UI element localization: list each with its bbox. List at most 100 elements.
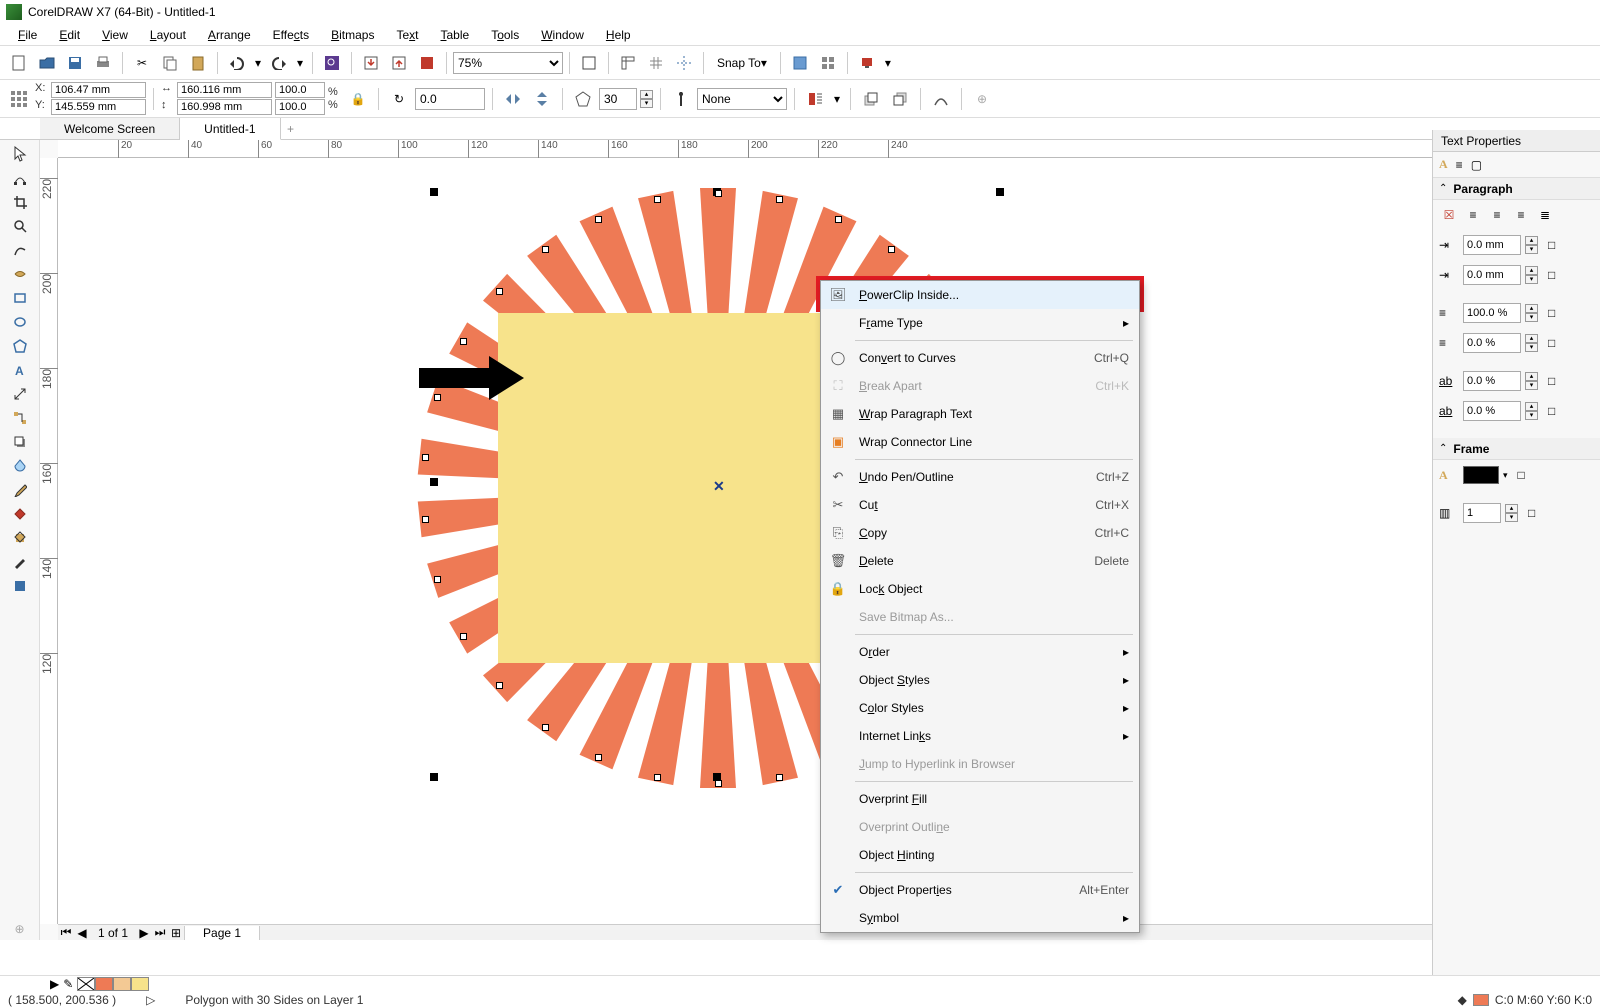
ctx-convert-curves[interactable]: ◯Convert to CurvesCtrl+Q [821, 344, 1139, 372]
before-para-input[interactable] [1463, 333, 1521, 353]
export-icon[interactable] [386, 50, 412, 76]
page-prev-icon[interactable]: ◀ [74, 926, 90, 940]
ctx-lock[interactable]: 🔒Lock Object [821, 575, 1139, 603]
node-handle[interactable] [542, 724, 549, 731]
drop-shadow-tool-icon[interactable] [7, 430, 33, 453]
import-icon[interactable] [358, 50, 384, 76]
cut-icon[interactable]: ✂ [129, 50, 155, 76]
node-handle[interactable] [888, 246, 895, 253]
text-tool-icon[interactable]: A [7, 358, 33, 381]
new-icon[interactable] [6, 50, 32, 76]
node-handle[interactable] [776, 196, 783, 203]
snap-to-button[interactable]: Snap To ▾ [710, 50, 774, 76]
height-input[interactable] [177, 99, 272, 115]
parallel-dimension-tool-icon[interactable] [7, 382, 33, 405]
paragraph-tab-icon[interactable]: ≡ [1456, 158, 1463, 172]
sides-spinner[interactable]: ▴▾ [640, 90, 653, 108]
menu-edit[interactable]: Edit [49, 26, 90, 44]
spinner[interactable]: ▴▾ [1525, 402, 1538, 420]
show-rulers-icon[interactable] [615, 50, 641, 76]
node-handle[interactable] [422, 516, 429, 523]
selection-handle[interactable] [430, 188, 438, 196]
ctx-powerclip[interactable]: 🖼PowerClip Inside... [821, 281, 1139, 309]
text-bg-icon[interactable]: A [1439, 468, 1459, 483]
menu-arrange[interactable]: Arrange [198, 26, 261, 44]
swatch-yellow[interactable] [131, 977, 149, 991]
mirror-h-icon[interactable] [500, 86, 526, 112]
spinner[interactable]: ▴▾ [1525, 266, 1538, 284]
menu-effects[interactable]: Effects [263, 26, 319, 44]
options-icon[interactable] [787, 50, 813, 76]
fill-tool-icon[interactable] [7, 574, 33, 597]
spinner[interactable]: ▴▾ [1525, 236, 1538, 254]
ctx-object-styles[interactable]: Object Styles▸ [821, 666, 1139, 694]
frame-section-header[interactable]: ⌃Frame [1433, 438, 1600, 460]
menu-table[interactable]: Table [431, 26, 480, 44]
ctx-wrap-connector[interactable]: ▣Wrap Connector Line [821, 428, 1139, 456]
fullscreen-icon[interactable] [576, 50, 602, 76]
undo-icon[interactable] [224, 50, 250, 76]
ctx-delete[interactable]: 🗑DeleteDelete [821, 547, 1139, 575]
page-first-icon[interactable]: ⏮ [58, 925, 74, 940]
to-back-icon[interactable] [887, 86, 913, 112]
quick-customize-icon[interactable]: ⊕ [969, 86, 995, 112]
y-position-input[interactable] [51, 99, 146, 115]
tab-untitled[interactable]: Untitled-1 [180, 118, 280, 140]
node-handle[interactable] [595, 216, 602, 223]
quick-customize-toolbox-icon[interactable]: ⊕ [7, 917, 33, 940]
convert-curves-icon[interactable] [928, 86, 954, 112]
mirror-v-icon[interactable] [529, 86, 555, 112]
ctx-object-properties[interactable]: ✔Object PropertiesAlt+Enter [821, 876, 1139, 904]
add-tab-button[interactable]: + [281, 118, 301, 139]
frame-tab-icon[interactable]: ▢ [1471, 158, 1482, 172]
open-icon[interactable] [34, 50, 60, 76]
fill-tool-status-icon[interactable]: ◆ [1458, 993, 1467, 1007]
node-handle[interactable] [595, 754, 602, 761]
ctx-copy[interactable]: ⎘CopyCtrl+C [821, 519, 1139, 547]
swatch-no-fill[interactable] [77, 977, 95, 991]
frame-fill-swatch[interactable] [1463, 466, 1499, 484]
search-content-icon[interactable] [319, 50, 345, 76]
ctx-object-hinting[interactable]: Object Hinting [821, 841, 1139, 869]
ctx-undo[interactable]: ↶Undo Pen/OutlineCtrl+Z [821, 463, 1139, 491]
to-front-icon[interactable] [858, 86, 884, 112]
pick-tool-icon[interactable] [7, 142, 33, 165]
save-icon[interactable] [62, 50, 88, 76]
page-add-icon[interactable]: ⊞ [168, 926, 184, 940]
page-last-icon[interactable]: ⏭ [152, 925, 168, 940]
menu-view[interactable]: View [92, 26, 138, 44]
ctx-order[interactable]: Order▸ [821, 638, 1139, 666]
node-handle[interactable] [460, 338, 467, 345]
docker-title[interactable]: Text Properties [1433, 130, 1600, 152]
publish-pdf-icon[interactable] [414, 50, 440, 76]
selection-handle[interactable] [996, 188, 1004, 196]
node-handle[interactable] [434, 394, 441, 401]
welcome-dropdown-icon[interactable]: ▾ [882, 50, 894, 76]
scale-x-input[interactable] [275, 82, 325, 98]
menu-text[interactable]: Text [386, 26, 428, 44]
node-handle[interactable] [654, 774, 661, 781]
align-center-icon[interactable]: ≡ [1487, 208, 1507, 222]
copy-icon[interactable] [157, 50, 183, 76]
undo-dropdown-icon[interactable]: ▾ [252, 50, 264, 76]
node-handle[interactable] [434, 576, 441, 583]
vertical-ruler[interactable]: 220200180160140120 [40, 158, 58, 924]
ellipse-tool-icon[interactable] [7, 310, 33, 333]
word-spacing-input[interactable] [1463, 401, 1521, 421]
node-handle[interactable] [715, 190, 722, 197]
redo-dropdown-icon[interactable]: ▾ [294, 50, 306, 76]
node-handle[interactable] [460, 633, 467, 640]
app-launcher-icon[interactable] [815, 50, 841, 76]
x-position-input[interactable] [51, 82, 146, 98]
freehand-tool-icon[interactable] [7, 238, 33, 261]
selection-handle[interactable] [430, 478, 438, 486]
ctx-cut[interactable]: ✂CutCtrl+X [821, 491, 1139, 519]
print-icon[interactable] [90, 50, 116, 76]
status-next-icon[interactable]: ▷ [146, 993, 155, 1007]
ctx-internet-links[interactable]: Internet Links▸ [821, 722, 1139, 750]
align-justify-icon[interactable]: ≣ [1535, 208, 1555, 222]
node-handle[interactable] [715, 780, 722, 787]
node-handle[interactable] [496, 682, 503, 689]
width-input[interactable] [177, 82, 272, 98]
wrap-text-icon[interactable] [802, 86, 828, 112]
